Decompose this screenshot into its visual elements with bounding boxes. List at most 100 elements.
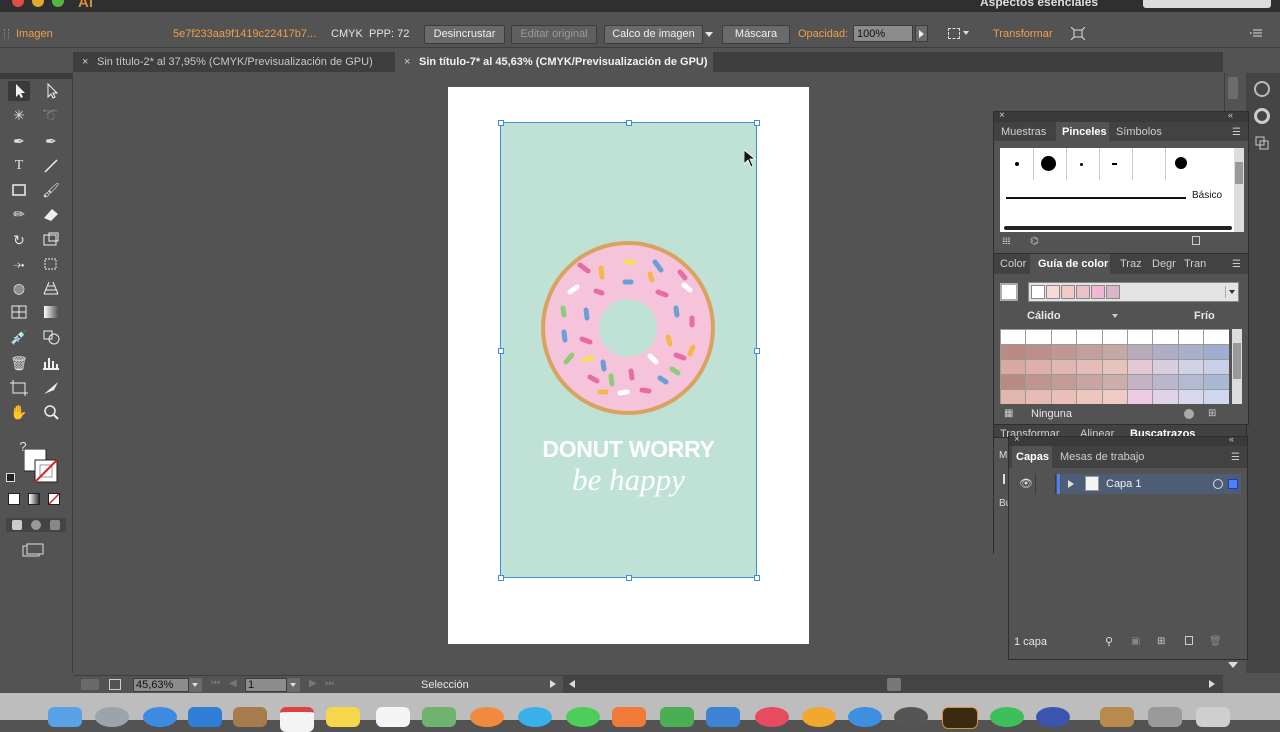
color-variation-swatch[interactable] xyxy=(1001,375,1026,389)
color-variation-swatch[interactable] xyxy=(1051,390,1077,404)
resize-handle[interactable] xyxy=(754,575,760,581)
scrollbar-thumb[interactable] xyxy=(887,678,901,691)
tab-swatches[interactable]: Muestras xyxy=(1001,126,1046,138)
artboard-dropdown[interactable] xyxy=(287,678,300,692)
selection-indicator[interactable] xyxy=(1228,479,1238,489)
last-artboard-icon[interactable]: ⏭ xyxy=(325,678,334,689)
mesh-tool-icon[interactable] xyxy=(8,302,30,322)
chrome-dock-icon[interactable] xyxy=(1036,707,1070,727)
color-variation-swatch[interactable] xyxy=(1102,330,1127,344)
workspace-switcher[interactable]: Aspectos esenciales xyxy=(980,0,1098,9)
mail-dock-icon[interactable] xyxy=(188,707,222,727)
color-variation-swatch[interactable] xyxy=(1026,330,1051,344)
first-artboard-icon[interactable]: ⏮ xyxy=(211,678,220,689)
zoom-dropdown[interactable] xyxy=(189,678,202,692)
panel-menu-icon[interactable]: ☰ xyxy=(1231,452,1240,463)
scroll-right-arrow-icon[interactable] xyxy=(1209,680,1215,688)
harmony-swatch[interactable] xyxy=(1106,285,1120,299)
appearance-icon[interactable] xyxy=(1254,108,1270,124)
scroll-left-arrow-icon[interactable] xyxy=(569,680,575,688)
draw-normal-icon[interactable] xyxy=(12,520,22,530)
image-trace-button[interactable]: Calco de imagen xyxy=(604,25,703,44)
brushes-scrollbar[interactable] xyxy=(1234,148,1244,232)
color-variation-swatch[interactable] xyxy=(1102,375,1127,389)
drawing-modes[interactable] xyxy=(6,518,66,532)
opacity-input[interactable]: 100% xyxy=(853,25,913,42)
reminders-dock-icon[interactable] xyxy=(376,707,410,727)
color-variation-swatch[interactable] xyxy=(1077,330,1102,344)
lasso-tool-icon[interactable]: ➰ xyxy=(40,105,62,125)
slice-tool-icon[interactable] xyxy=(40,378,62,398)
linked-file-link[interactable]: 5e7f233aa9f1419c22417b7... xyxy=(173,28,316,40)
resize-handle[interactable] xyxy=(754,348,760,354)
brush-dot-icon[interactable] xyxy=(1041,156,1056,171)
brush-library-list[interactable]: Básico xyxy=(1000,148,1234,232)
color-variation-swatch[interactable] xyxy=(1178,345,1204,359)
color-mode-icon[interactable] xyxy=(8,493,20,505)
collapse-panel-icon[interactable]: « xyxy=(1229,434,1234,444)
color-variation-grid[interactable] xyxy=(1000,329,1229,404)
color-variation-swatch[interactable] xyxy=(1178,375,1204,389)
tab-document-7[interactable]: × Sin título-7* al 45,63% (CMYK/Previsua… xyxy=(395,52,713,72)
color-variation-swatch[interactable] xyxy=(1153,345,1178,359)
shape-builder-tool-icon[interactable]: ◍ xyxy=(8,278,30,298)
pen-tool-icon[interactable]: ✒ xyxy=(8,131,30,151)
grip-icon[interactable] xyxy=(4,29,9,39)
color-variation-swatch[interactable] xyxy=(1001,345,1026,359)
gradient-mode-icon[interactable] xyxy=(28,493,40,505)
finder-dock-icon[interactable] xyxy=(48,707,82,727)
free-transform-tool-icon[interactable] xyxy=(40,254,62,274)
downloads-dock-icon[interactable] xyxy=(1100,707,1134,727)
color-variation-swatch[interactable] xyxy=(1128,375,1153,389)
new-sublayer-icon[interactable]: ⊞ xyxy=(1157,636,1165,647)
color-variation-swatch[interactable] xyxy=(1178,360,1204,374)
resize-handle[interactable] xyxy=(498,348,504,354)
symbol-sprayer-tool-icon[interactable]: 🗑 xyxy=(8,353,30,373)
tab-brushes[interactable]: Pinceles xyxy=(1062,126,1107,138)
scale-tool-icon[interactable] xyxy=(40,230,62,250)
tab-color[interactable]: Color xyxy=(1000,258,1026,270)
isolate-group-icon[interactable] xyxy=(1070,26,1086,41)
color-variation-swatch[interactable] xyxy=(1026,375,1051,389)
color-variation-swatch[interactable] xyxy=(1178,390,1204,404)
zoom-level-input[interactable]: 45,63% xyxy=(133,678,189,692)
blend-tool-icon[interactable] xyxy=(40,327,62,347)
links-icon[interactable] xyxy=(1255,136,1269,150)
rotate-tool-icon[interactable]: ↻ xyxy=(8,230,30,250)
draw-inside-icon[interactable] xyxy=(50,520,60,530)
color-variation-swatch[interactable] xyxy=(1128,345,1153,359)
harmony-swatch[interactable] xyxy=(1091,285,1105,299)
hand-tool-icon[interactable]: ✋ xyxy=(8,402,30,422)
libraries-panel-icon[interactable]: ⌬ xyxy=(1030,236,1039,247)
color-variation-swatch[interactable] xyxy=(1153,390,1178,404)
none-mode-icon[interactable] xyxy=(48,493,60,505)
tab-stroke[interactable]: Traz xyxy=(1120,258,1142,270)
tab-transparency[interactable]: Tran xyxy=(1184,258,1206,270)
status-menu-icon[interactable] xyxy=(550,680,556,688)
color-variation-swatch[interactable] xyxy=(1128,390,1153,404)
close-window-icon[interactable] xyxy=(12,0,24,7)
tab-layers[interactable]: Capas xyxy=(1016,451,1049,463)
libraries-icon[interactable] xyxy=(1254,81,1270,97)
numbers-dock-icon[interactable] xyxy=(660,707,694,727)
color-variation-swatch[interactable] xyxy=(1001,390,1026,404)
brush-dot-icon[interactable] xyxy=(1015,162,1019,166)
color-variation-swatch[interactable] xyxy=(1077,360,1102,374)
launchpad-dock-icon[interactable] xyxy=(95,707,129,727)
color-variation-swatch[interactable] xyxy=(1077,345,1102,359)
tab-gradient[interactable]: Degr xyxy=(1152,258,1176,270)
base-color-swatch[interactable] xyxy=(1000,283,1018,301)
gradient-tool-icon[interactable] xyxy=(40,302,62,322)
next-artboard-icon[interactable]: ▶ xyxy=(309,678,317,689)
resize-handle[interactable] xyxy=(626,575,632,581)
expand-layer-icon[interactable] xyxy=(1068,480,1074,488)
harmony-swatch[interactable] xyxy=(1031,285,1045,299)
trace-preset-dropdown-icon[interactable] xyxy=(705,32,713,37)
opacity-label[interactable]: Opacidad: xyxy=(798,28,848,40)
resize-handle[interactable] xyxy=(626,120,632,126)
color-variation-swatch[interactable] xyxy=(1026,345,1051,359)
color-variation-swatch[interactable] xyxy=(1204,375,1229,389)
safari-dock-icon[interactable] xyxy=(143,707,177,727)
layer-name[interactable]: Capa 1 xyxy=(1106,478,1141,490)
app-store-dock-icon[interactable] xyxy=(848,707,882,727)
